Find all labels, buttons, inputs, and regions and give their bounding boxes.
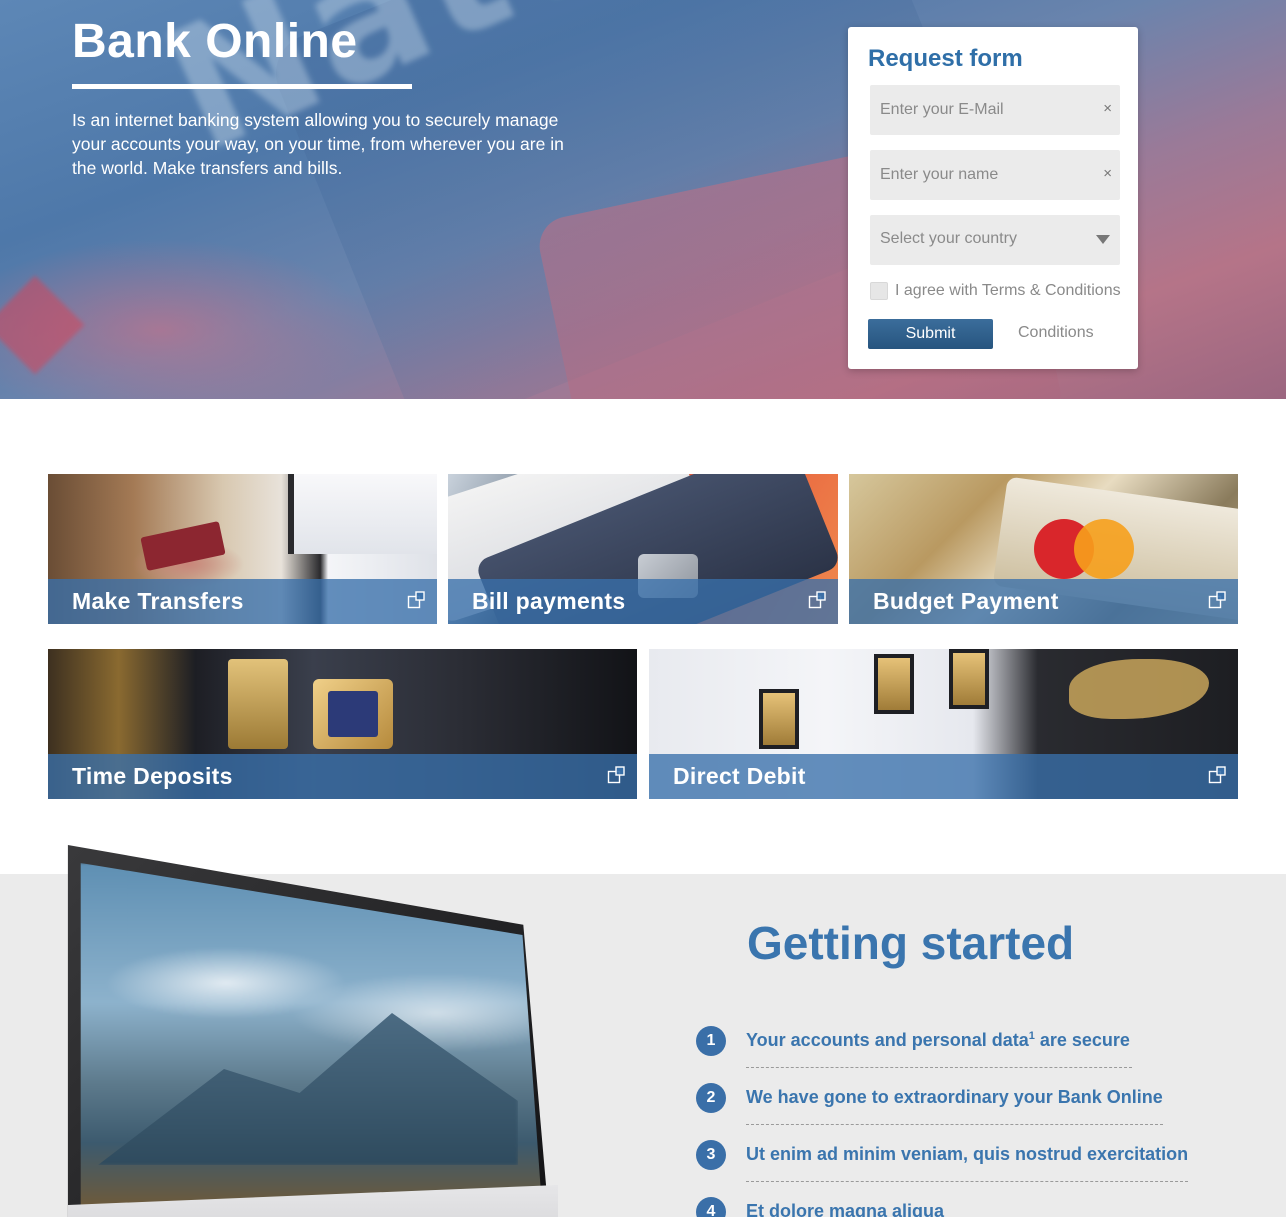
service-tile-direct-debit[interactable]: Direct Debit	[649, 649, 1238, 799]
email-field[interactable]	[870, 85, 1120, 135]
clear-name-icon[interactable]: ×	[1103, 165, 1112, 182]
step-item: 2 We have gone to extraordinary your Ban…	[696, 1081, 1216, 1125]
monitor-illustration	[58, 845, 558, 1217]
step-text: Your accounts and personal data1 are sec…	[746, 1030, 1130, 1050]
tile-label: Time Deposits	[72, 763, 233, 789]
request-form: Request form × × Select your country I a…	[848, 27, 1138, 369]
chevron-down-icon	[1096, 235, 1110, 244]
hero-description: Is an internet banking system allowing y…	[72, 110, 564, 178]
dotted-divider	[746, 1067, 1132, 1068]
tile-label: Make Transfers	[72, 588, 244, 614]
clear-email-icon[interactable]: ×	[1103, 100, 1112, 117]
step-text: We have gone to extraordinary your Bank …	[746, 1087, 1163, 1107]
step-item: 1 Your accounts and personal data1 are s…	[696, 1024, 1216, 1068]
country-select[interactable]: Select your country	[870, 215, 1120, 265]
service-tile-bill-payments[interactable]: Bill payments	[448, 474, 838, 624]
terms-agreement[interactable]: I agree with Terms & Conditions	[870, 282, 1121, 300]
tile-label: Budget Payment	[873, 588, 1059, 614]
title-underline	[72, 84, 412, 89]
step-text: Ut enim ad minim veniam, quis nostrud ex…	[746, 1144, 1189, 1164]
external-link-icon	[1208, 766, 1226, 784]
country-select-value: Select your country	[880, 230, 1017, 247]
step-number-badge: 3	[696, 1140, 726, 1170]
dotted-divider	[746, 1181, 1188, 1182]
step-text: Et dolore magna aliqua	[746, 1201, 945, 1217]
external-link-icon	[607, 766, 625, 784]
tile-label: Direct Debit	[673, 763, 806, 789]
submit-button[interactable]: Submit	[868, 319, 993, 349]
conditions-link[interactable]: Conditions	[1018, 324, 1094, 342]
tile-label: Bill payments	[472, 588, 626, 614]
external-link-icon	[407, 591, 425, 609]
service-tile-make-transfers[interactable]: Make Transfers	[48, 474, 437, 624]
service-tile-budget-payment[interactable]: Budget Payment	[849, 474, 1238, 624]
external-link-icon	[808, 591, 826, 609]
email-field-wrapper: ×	[870, 85, 1120, 135]
step-item: 3 Ut enim ad minim veniam, quis nostrud …	[696, 1138, 1216, 1182]
page-title: Bank Online	[72, 15, 358, 68]
terms-checkbox-label: I agree with Terms & Conditions	[895, 282, 1121, 299]
step-number-badge: 1	[696, 1026, 726, 1056]
step-number-badge: 4	[696, 1197, 726, 1217]
step-number-badge: 2	[696, 1083, 726, 1113]
external-link-icon	[1208, 591, 1226, 609]
getting-started-title: Getting started	[747, 917, 1075, 969]
dotted-divider	[746, 1124, 1163, 1125]
hero-background-logo-mark	[0, 275, 85, 375]
request-form-title: Request form	[868, 45, 1023, 72]
step-item: 4 Et dolore magna aliqua	[696, 1195, 1216, 1217]
name-field[interactable]	[870, 150, 1120, 200]
service-tile-time-deposits[interactable]: Time Deposits	[48, 649, 637, 799]
name-field-wrapper: ×	[870, 150, 1120, 200]
terms-checkbox[interactable]	[870, 282, 888, 300]
